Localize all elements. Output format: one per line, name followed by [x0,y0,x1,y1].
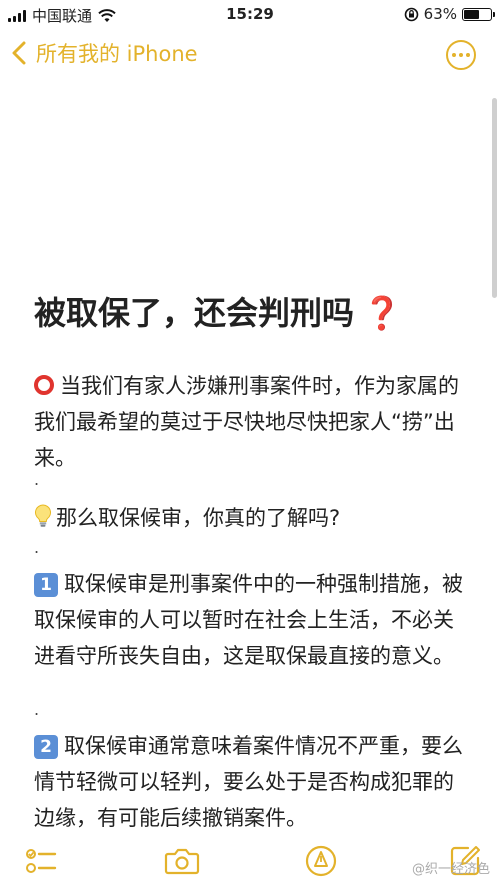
pen-tip-icon [305,845,337,877]
separator-dot: . [34,700,40,719]
chevron-left-icon [12,41,26,65]
note-paragraph-1[interactable]: 当我们有家人涉嫌刑事案件时，作为家属的我们最希望的莫过于尽快地尽快把家人“捞”出… [34,368,474,476]
paragraph-2-text: 那么取保候审，你真的了解吗? [56,506,341,530]
checklist-icon [26,849,57,873]
navigation-bar: 所有我的 iPhone [0,38,500,78]
status-right: 63% [404,5,495,23]
back-label: 所有我的 iPhone [36,42,198,66]
paragraph-1-text: 当我们有家人涉嫌刑事案件时，作为家属的我们最希望的莫过于尽快地尽快把家人“捞”出… [34,374,459,470]
light-bulb-icon [35,504,51,527]
watermark: @织一经济色 [411,862,490,877]
note-paragraph-3[interactable]: 1 取保候审是刑事案件中的一种强制措施，被取保候审的人可以暂时在社会上生活，不必关… [34,566,474,674]
question-mark-icon: ❓ [362,294,402,332]
back-button[interactable]: 所有我的 iPhone [12,38,198,68]
more-options-button[interactable] [446,40,476,70]
camera-icon [164,848,200,875]
ellipsis-icon [452,53,456,57]
paragraph-3-text: 取保候审是刑事案件中的一种强制措施，被取保候审的人可以暂时在社会上生活，不必关进… [34,572,463,668]
checklist-button[interactable] [24,844,58,878]
status-bar: 中国联通 15:29 63% [0,0,500,30]
red-circle-icon [34,375,54,395]
battery-percent: 63% [423,5,457,23]
separator-dot: . [34,470,40,489]
note-paragraph-4[interactable]: 2 取保候审通常意味着案件情况不严重，要么情节轻微可以轻判，要么处于是否构成犯罪的… [34,728,474,836]
keycap-one-icon: 1 [34,573,58,597]
battery-icon [462,7,495,21]
keycap-two-icon: 2 [34,735,58,759]
note-title-text: 被取保了，还会判刑吗 [34,294,355,332]
note-title[interactable]: 被取保了，还会判刑吗 ❓ [34,288,402,334]
markup-button[interactable] [304,844,338,878]
scrollbar[interactable] [492,98,497,298]
separator-dot: . [34,538,40,557]
note-paragraph-2[interactable]: 那么取保候审，你真的了解吗? [34,500,474,536]
paragraph-4-text: 取保候审通常意味着案件情况不严重，要么情节轻微可以轻判，要么处于是否构成犯罪的边… [34,734,463,830]
camera-button[interactable] [164,844,200,878]
orientation-lock-icon [404,7,418,21]
